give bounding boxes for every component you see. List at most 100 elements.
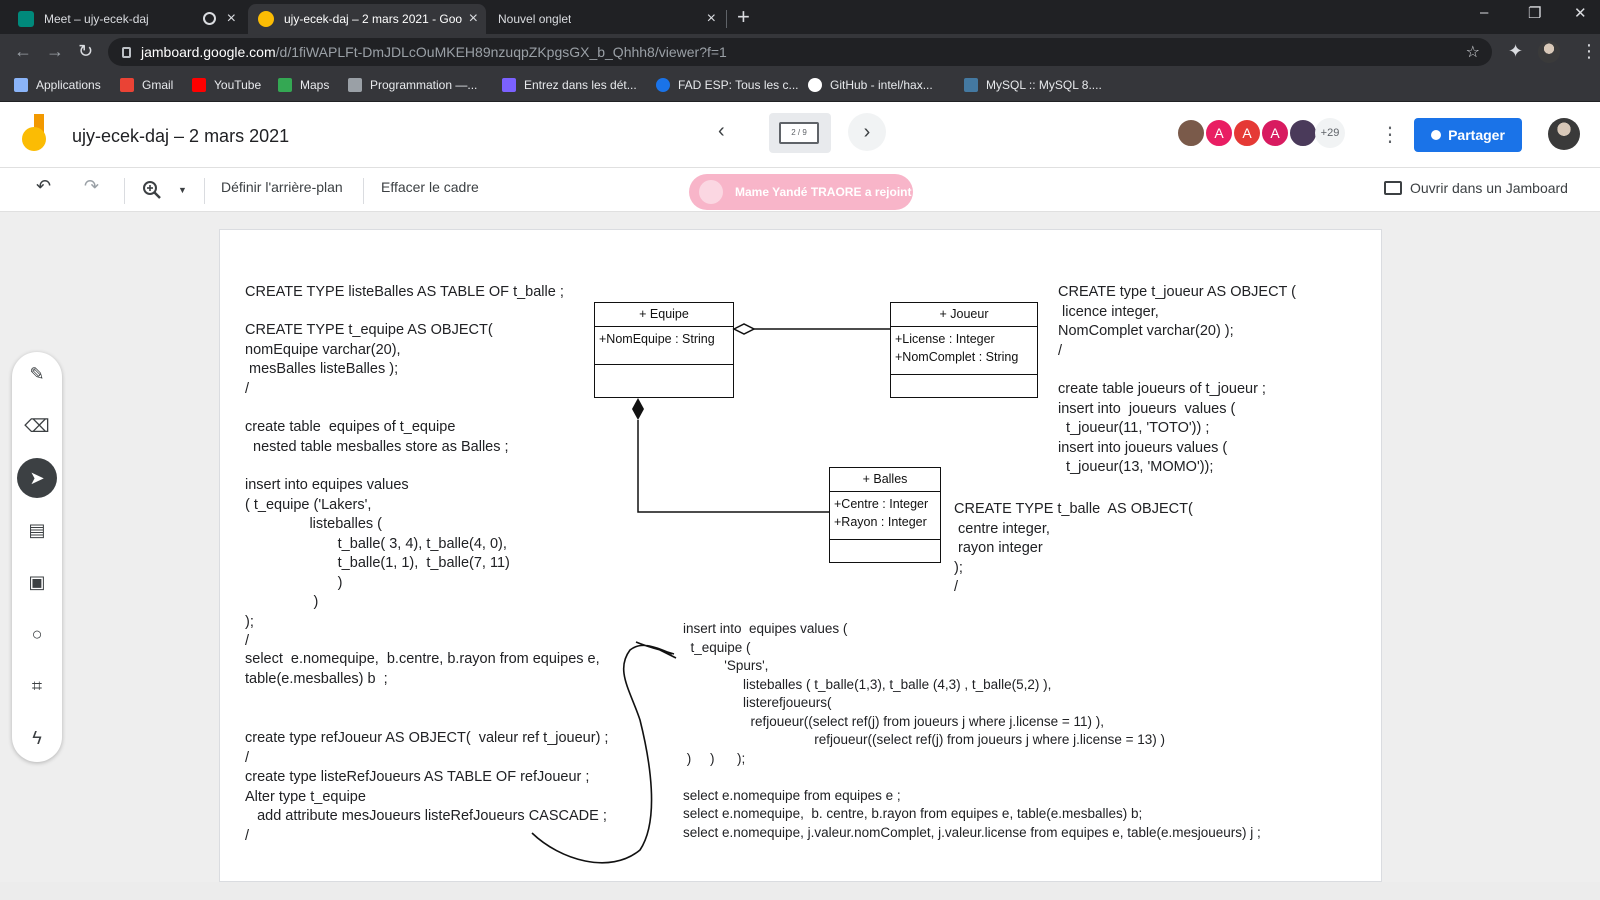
bookmark-youtube[interactable]: YouTube — [192, 78, 261, 92]
page-title: ujy-ecek-daj – 2 mars 2021 — [72, 126, 290, 146]
code-note: insert into equipes values ( t_equipe ('… — [245, 477, 510, 649]
back-arrow-icon[interactable]: ← — [14, 41, 32, 62]
meet-icon — [18, 11, 34, 27]
browser-menu-icon[interactable]: ⋮ — [1580, 41, 1598, 62]
bookmark-programmation[interactable]: Programmation —... — [348, 78, 477, 92]
code-note: CREATE TYPE t_balle AS OBJECT( centre in… — [954, 501, 1193, 595]
uml-attributes: +Centre : Integer +Rayon : Integer — [830, 492, 940, 540]
window-close-button[interactable]: ✕ — [1574, 4, 1587, 22]
bookmark-fad-esp[interactable]: FAD ESP: Tous les c... — [656, 78, 799, 92]
reload-icon[interactable]: ↻ — [78, 41, 93, 62]
sticky-note-tool-icon[interactable]: ▤ — [17, 510, 57, 550]
uml-class-balles: + Balles +Centre : Integer +Rayon : Inte… — [829, 467, 941, 563]
text-box-tool-icon[interactable]: ⌗ — [17, 666, 57, 706]
audio-icon[interactable] — [203, 12, 216, 25]
browser-tab-bar: Meet – ujy-ecek-daj × ujy-ecek-daj – 2 m… — [0, 0, 1600, 34]
new-tab-button[interactable]: + — [737, 4, 750, 30]
avatar[interactable]: A — [1260, 118, 1290, 148]
youtube-icon — [192, 78, 206, 92]
more-options-icon[interactable]: ⋮ — [1380, 122, 1400, 147]
forward-arrow-icon[interactable]: → — [46, 41, 64, 62]
uml-attributes: +NomEquipe : String — [595, 327, 733, 365]
lock-icon — [122, 46, 131, 58]
close-tab-icon[interactable]: × — [227, 10, 236, 28]
toolbar-divider — [124, 178, 125, 204]
avatar[interactable] — [1176, 118, 1206, 148]
previous-frame-button[interactable]: ‹ — [718, 120, 725, 143]
open-in-jamboard-button[interactable]: Ouvrir dans un Jamboard — [1384, 180, 1568, 196]
code-note: select e.nomequipe, b.centre, b.rayon fr… — [245, 651, 600, 687]
jamboard-logo-icon — [22, 114, 46, 151]
bookmark-mysql[interactable]: MySQL :: MySQL 8.... — [964, 78, 1102, 92]
bookmark-applications[interactable]: Applications — [14, 78, 101, 92]
profile-avatar[interactable] — [1538, 41, 1560, 63]
address-bar: ← → ↻ jamboard.google.com/d/1fiWAPLFt-Dm… — [0, 34, 1600, 70]
tab-new[interactable]: Nouvel onglet × — [488, 4, 724, 34]
apps-grid-icon — [14, 78, 28, 92]
code-note: create type refJoueur AS OBJECT( valeur … — [245, 730, 609, 844]
eraser-tool-icon[interactable]: ⌫ — [17, 406, 57, 446]
zoom-icon[interactable] — [142, 180, 162, 200]
extensions-icon[interactable]: ✦ — [1508, 41, 1523, 62]
app-header: ujy-ecek-daj – 2 mars 2021 ‹ 2 / 9 › A A… — [0, 102, 1600, 168]
next-frame-button[interactable]: › — [848, 113, 886, 151]
clear-frame-button[interactable]: Effacer le cadre — [381, 179, 479, 195]
code-note: create table joueurs of t_joueur ; inser… — [1058, 381, 1266, 475]
share-button[interactable]: Partager — [1414, 118, 1522, 152]
tool-palette: ✎ ⌫ ➤ ▤ ▣ ○ ⌗ ϟ — [12, 352, 62, 762]
frame-selector[interactable]: 2 / 9 — [769, 113, 831, 153]
maps-icon — [278, 78, 292, 92]
uml-class-equipe: + Equipe +NomEquipe : String — [594, 302, 734, 398]
avatar[interactable]: A — [1204, 118, 1234, 148]
bookmark-maps[interactable]: Maps — [278, 78, 329, 92]
redo-icon[interactable]: ↷ — [84, 176, 99, 197]
uml-class-joueur: + Joueur +License : Integer +NomComplet … — [890, 302, 1038, 398]
image-tool-icon[interactable]: ▣ — [17, 562, 57, 602]
toolbar: ↶ ↷ ▼ Définir l'arrière-plan Effacer le … — [0, 168, 1600, 212]
bookmark-icon — [348, 78, 362, 92]
code-note: CREATE type t_joueur AS OBJECT ( licence… — [1058, 284, 1296, 359]
avatar[interactable] — [1288, 118, 1318, 148]
zoom-dropdown-icon[interactable]: ▼ — [178, 185, 187, 195]
select-tool-icon[interactable]: ➤ — [17, 458, 57, 498]
close-tab-icon[interactable]: × — [469, 10, 478, 28]
join-notification: Mame Yandé TRAORE a rejoint — [689, 174, 913, 210]
uml-class-name: + Balles — [830, 468, 940, 492]
more-collaborators-badge[interactable]: +29 — [1315, 118, 1345, 148]
user-avatar[interactable] — [1548, 118, 1580, 150]
uml-class-name: + Joueur — [891, 303, 1037, 327]
bookmark-icon — [656, 78, 670, 92]
bookmark-github[interactable]: GitHub - intel/hax... — [808, 78, 933, 92]
mysql-icon — [964, 78, 978, 92]
code-note: insert into equipes values ( t_equipe ( … — [683, 621, 1261, 840]
tab-meet[interactable]: Meet – ujy-ecek-daj × — [8, 4, 244, 34]
close-tab-icon[interactable]: × — [707, 10, 716, 28]
pen-tool-icon[interactable]: ✎ — [17, 354, 57, 394]
undo-icon[interactable]: ↶ — [36, 176, 51, 197]
set-background-button[interactable]: Définir l'arrière-plan — [221, 179, 343, 195]
uml-attributes: +License : Integer +NomComplet : String — [891, 327, 1037, 375]
avatar[interactable]: A — [1232, 118, 1262, 148]
frame-indicator: 2 / 9 — [779, 122, 819, 144]
minimize-button[interactable]: – — [1480, 4, 1488, 21]
tab-jamboard[interactable]: ujy-ecek-daj – 2 mars 2021 - Goo × — [248, 4, 486, 34]
bookmark-gmail[interactable]: Gmail — [120, 78, 173, 92]
code-note: CREATE TYPE t_equipe AS OBJECT( nomEquip… — [245, 322, 493, 397]
circle-tool-icon[interactable]: ○ — [17, 614, 57, 654]
bookmark-entrez[interactable]: Entrez dans les dét... — [502, 78, 637, 92]
avatar — [699, 180, 723, 204]
person-add-icon — [1431, 130, 1442, 140]
open-board-icon — [1384, 181, 1402, 195]
jamboard-icon — [258, 11, 274, 27]
star-icon[interactable]: ☆ — [1466, 42, 1480, 62]
url-input[interactable]: jamboard.google.com/d/1fiWAPLFt-DmJDLcOu… — [108, 38, 1492, 66]
laser-tool-icon[interactable]: ϟ — [17, 718, 57, 758]
toolbar-divider — [363, 178, 364, 204]
bottom-strip — [0, 882, 1600, 900]
restore-button[interactable]: ❐ — [1528, 4, 1541, 22]
toolbar-divider — [204, 178, 205, 204]
url-path: /d/1fiWAPLFt-DmJDLcOuMKEH89nzuqpZKpgsGX_… — [275, 44, 727, 60]
github-icon — [808, 78, 822, 92]
tab-divider — [726, 10, 727, 28]
code-note: CREATE TYPE listeBalles AS TABLE OF t_ba… — [245, 284, 564, 300]
